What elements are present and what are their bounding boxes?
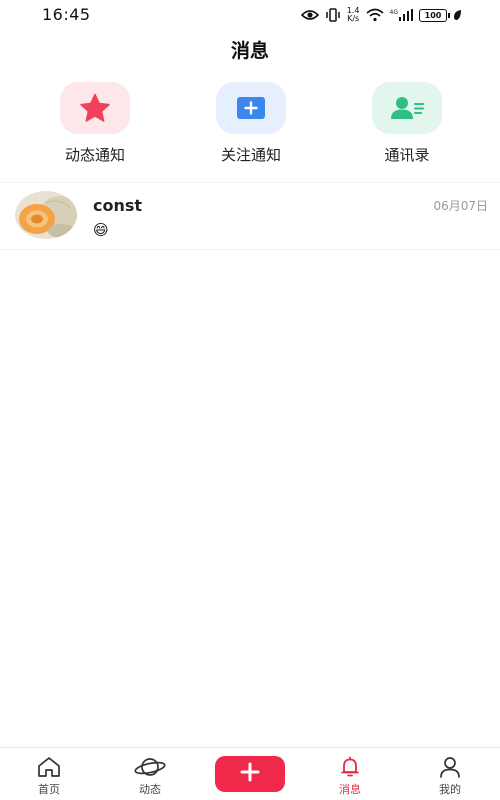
eye-icon	[300, 9, 319, 21]
bell-icon	[320, 755, 380, 779]
nav-messages-label: 消息	[339, 783, 361, 796]
nav-mine[interactable]: 我的	[420, 755, 480, 797]
quick-actions: 动态通知 关注通知 通讯录	[0, 82, 500, 172]
leaf-icon	[453, 9, 462, 21]
signal-icon: 4G	[390, 9, 413, 21]
plus-square-icon	[216, 82, 286, 134]
status-icons: 1.4 K/s 4G 100	[300, 6, 462, 24]
plus-icon	[240, 762, 260, 786]
list-item[interactable]: const 😄 06月07日	[0, 184, 500, 250]
battery-icon: 100	[419, 8, 450, 22]
dynamic-notifications-label: 动态通知	[64, 146, 125, 164]
avatar[interactable]	[15, 191, 77, 239]
wifi-icon	[366, 8, 384, 22]
dynamic-notifications-button[interactable]: 动态通知	[35, 82, 155, 165]
message-sender-name: const	[93, 196, 143, 215]
net-speed: 1.4 K/s	[347, 7, 360, 23]
nav-dynamic-label: 动态	[139, 783, 161, 796]
nav-home[interactable]: 首页	[19, 755, 79, 797]
nav-home-label: 首页	[38, 783, 60, 796]
net-speed-unit: K/s	[347, 14, 360, 23]
planet-icon	[120, 755, 180, 779]
section-divider	[0, 182, 500, 183]
star-icon	[60, 82, 130, 134]
network-type: 4G	[389, 9, 398, 16]
contact-card-icon	[372, 82, 442, 134]
contacts-button[interactable]: 通讯录	[347, 82, 467, 165]
nav-mine-label: 我的	[439, 783, 461, 796]
follow-notifications-label: 关注通知	[220, 146, 281, 164]
bottom-nav: 首页 动态 消息 我的	[0, 747, 500, 800]
status-bar: 16:45 1.4 K/s 4G 100	[0, 0, 500, 30]
battery-level: 100	[424, 10, 442, 20]
nav-messages[interactable]: 消息	[320, 755, 380, 797]
status-time: 16:45	[42, 5, 91, 24]
message-preview: 😄	[93, 221, 109, 239]
contacts-label: 通讯录	[384, 146, 430, 164]
vibrate-icon	[325, 8, 341, 22]
home-icon	[19, 755, 79, 779]
publish-button[interactable]	[215, 756, 285, 792]
follow-notifications-button[interactable]: 关注通知	[191, 82, 311, 165]
page-title: 消息	[230, 40, 269, 62]
user-icon	[420, 755, 480, 779]
message-date: 06月07日	[433, 199, 488, 213]
nav-dynamic[interactable]: 动态	[120, 755, 180, 797]
